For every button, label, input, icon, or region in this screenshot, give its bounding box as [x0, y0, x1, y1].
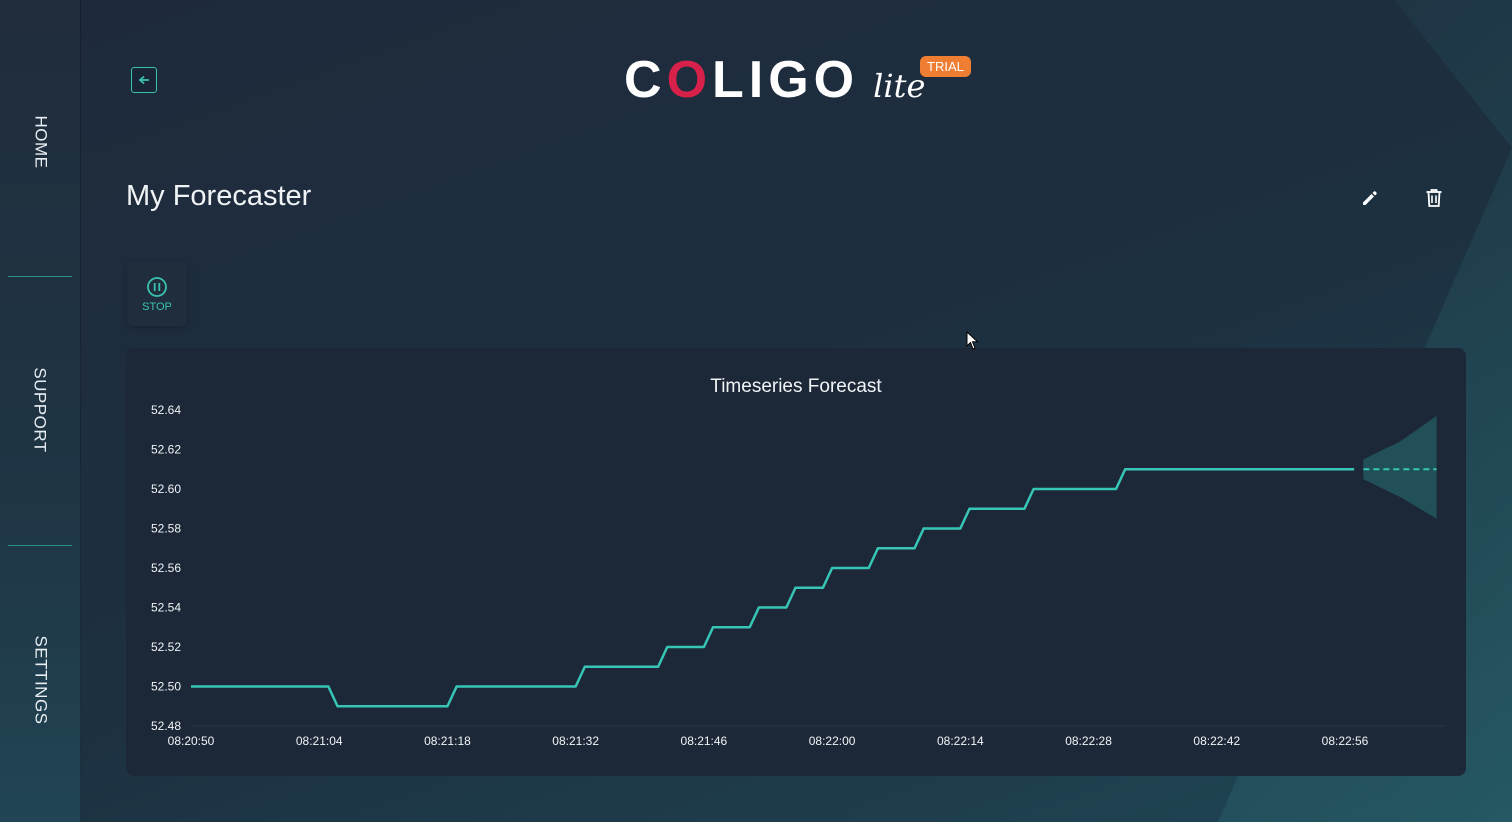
- x-tick-label: 08:21:46: [681, 734, 728, 748]
- logo-wordmark: COLIGO: [624, 54, 859, 106]
- history-series-line: [191, 468, 1355, 708]
- logo-letters-ligo: LIGO: [712, 51, 860, 109]
- sidebar-item-label: SETTINGS: [31, 635, 51, 725]
- x-tick-label: 08:22:00: [809, 734, 856, 748]
- page-title: My Forecaster: [126, 180, 312, 212]
- logo-lite: lite: [873, 67, 926, 105]
- delete-button[interactable]: [1422, 186, 1446, 210]
- stop-label: STOP: [142, 300, 172, 313]
- sidebar-item-label: SUPPORT: [31, 367, 50, 453]
- x-tick-label: 08:22:28: [1065, 734, 1112, 748]
- sidebar-item-support[interactable]: SUPPORT: [0, 360, 80, 460]
- y-tick-label: 52.58: [151, 522, 181, 536]
- y-tick-label: 52.62: [151, 443, 181, 457]
- y-tick-label: 52.48: [151, 719, 181, 733]
- y-tick-label: 52.64: [151, 403, 181, 417]
- forecast-chart: 52.64 52.62 52.60 52.58 52.56 52.54 52.52 52.50…: [151, 403, 1446, 748]
- sidebar-item-settings[interactable]: SETTINGS: [0, 630, 80, 730]
- x-tick-label: 08:21:32: [552, 734, 599, 748]
- sidebar-divider: [8, 545, 72, 546]
- y-tick-label: 52.54: [151, 601, 181, 615]
- sidebar-item-home[interactable]: HOME: [0, 92, 80, 192]
- x-tick-label: 08:22:14: [937, 734, 984, 748]
- y-tick-label: 52.50: [151, 680, 181, 694]
- x-tick-label: 08:22:56: [1322, 734, 1369, 748]
- sidebar: HOME SUPPORT SETTINGS: [0, 0, 81, 822]
- sidebar-item-label: HOME: [31, 115, 50, 169]
- stop-button[interactable]: STOP: [127, 262, 187, 326]
- back-button[interactable]: [131, 67, 157, 93]
- logo-letter-o: O: [666, 51, 713, 109]
- x-tick-label: 08:21:04: [296, 734, 343, 748]
- forecast-chart-card: Timeseries Forecast 52.64 52.62 52.60 52.58…: [126, 348, 1466, 776]
- y-tick-label: 52.52: [151, 640, 181, 654]
- back-icon: [138, 75, 149, 85]
- x-tick-label: 08:21:18: [424, 734, 471, 748]
- edit-button[interactable]: [1358, 186, 1382, 210]
- sidebar-divider: [8, 276, 72, 277]
- trial-badge: TRIAL: [920, 56, 971, 77]
- x-tick-label: 08:20:50: [168, 734, 215, 748]
- x-tick-label: 08:22:42: [1193, 734, 1240, 748]
- forecast-interval-band: [1363, 415, 1437, 519]
- y-tick-label: 52.60: [151, 482, 181, 496]
- mouse-cursor-icon: [966, 331, 979, 350]
- app-logo: COLIGO lite: [624, 54, 925, 106]
- logo-letter-c: C: [624, 51, 667, 109]
- pause-icon: [147, 276, 167, 297]
- edit-icon: [1363, 191, 1377, 205]
- y-tick-label: 52.56: [151, 561, 181, 575]
- trash-icon: [1426, 189, 1442, 207]
